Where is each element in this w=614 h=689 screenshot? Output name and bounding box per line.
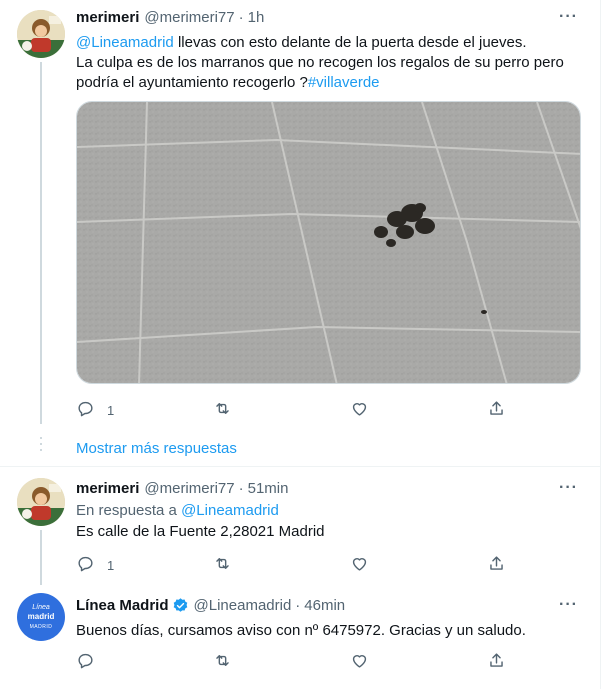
avatar[interactable] [17, 10, 65, 58]
separator: · [238, 9, 244, 26]
thread-line [40, 62, 42, 424]
avatar-text: madrid [27, 611, 55, 621]
reply-prefix: En respuesta a [76, 502, 182, 519]
share-button[interactable] [487, 399, 506, 421]
verified-icon [169, 597, 189, 614]
thread-line [40, 530, 42, 585]
tweet-actions: 1 [76, 554, 506, 576]
tweet-header: merimeri @merimeri77 · 51min [76, 480, 288, 497]
tweet-header: merimeri @merimeri77 · 1h [76, 9, 264, 26]
author-name[interactable]: Línea Madrid [76, 597, 169, 614]
reply-icon [76, 651, 95, 673]
share-button[interactable] [487, 651, 506, 673]
avatar[interactable] [17, 478, 65, 526]
reply-button[interactable]: 1 [76, 399, 166, 421]
share-icon [487, 554, 506, 576]
like-icon [350, 399, 369, 421]
retweet-icon [213, 651, 232, 673]
author-handle[interactable]: @merimeri77 [144, 480, 234, 497]
separator: · [295, 597, 301, 614]
hashtag-link[interactable]: #villaverde [308, 74, 380, 91]
like-icon [350, 651, 369, 673]
more-options-icon[interactable]: ··· [559, 596, 578, 614]
like-button[interactable] [350, 651, 440, 673]
tweet[interactable]: Línea madrid MADRID Línea Madrid @Lineam… [0, 585, 600, 689]
tweet[interactable]: merimeri @merimeri77 · 51min ··· En resp… [0, 467, 600, 585]
separator: · [238, 480, 244, 497]
reply-icon [76, 399, 95, 421]
like-icon [350, 554, 369, 576]
reply-count: 1 [107, 557, 115, 573]
tweet-photo[interactable] [76, 101, 581, 384]
share-button[interactable] [487, 554, 506, 576]
author-handle[interactable]: @merimeri77 [144, 9, 234, 26]
thread-dots [40, 437, 42, 455]
tweet-text: @Lineamadrid llevas con esto delante de … [76, 33, 586, 93]
timestamp[interactable]: 46min [304, 597, 345, 614]
tweet-actions [76, 651, 506, 673]
tweet[interactable]: merimeri @merimeri77 · 1h ··· @Lineamadr… [0, 0, 600, 430]
reply-icon [76, 554, 95, 576]
tweet-text: Es calle de la Fuente 2,28021 Madrid [76, 523, 325, 540]
tweet-text-part: llevas con esto delante de la puerta des… [173, 34, 527, 51]
like-button[interactable] [350, 554, 440, 576]
retweet-icon [213, 554, 232, 576]
timestamp[interactable]: 1h [248, 9, 265, 26]
retweet-button[interactable] [213, 554, 303, 576]
reply-to-link[interactable]: @Lineamadrid [181, 502, 279, 519]
tweet-actions: 1 [76, 399, 506, 421]
timeline-column: merimeri @merimeri77 · 1h ··· @Lineamadr… [0, 0, 601, 689]
more-options-icon[interactable]: ··· [559, 8, 578, 26]
author-name[interactable]: merimeri [76, 9, 139, 26]
avatar-text: MADRID [29, 623, 53, 630]
author-name[interactable]: merimeri [76, 480, 139, 497]
author-handle[interactable]: @Lineamadrid [194, 597, 292, 614]
tweet-text: Buenos días, cursamos aviso con nº 64759… [76, 622, 526, 639]
reply-count: 1 [107, 402, 115, 418]
show-more-replies-link[interactable]: Mostrar más respuestas [76, 440, 237, 457]
retweet-button[interactable] [213, 399, 303, 421]
reply-button[interactable]: 1 [76, 554, 166, 576]
share-icon [487, 651, 506, 673]
pavement-photo [77, 102, 580, 383]
share-icon [487, 399, 506, 421]
avatar-text: Línea [32, 603, 50, 611]
timestamp[interactable]: 51min [248, 480, 289, 497]
mention-link[interactable]: @Lineamadrid [76, 34, 174, 51]
like-button[interactable] [350, 399, 440, 421]
tweet-header: Línea Madrid @Lineamadrid · 46min [76, 597, 345, 614]
retweet-button[interactable] [213, 651, 303, 673]
avatar[interactable]: Línea madrid MADRID [17, 593, 65, 641]
more-options-icon[interactable]: ··· [559, 479, 578, 497]
reply-button[interactable] [76, 651, 166, 673]
reply-context: En respuesta a @Lineamadrid [76, 501, 586, 521]
retweet-icon [213, 399, 232, 421]
